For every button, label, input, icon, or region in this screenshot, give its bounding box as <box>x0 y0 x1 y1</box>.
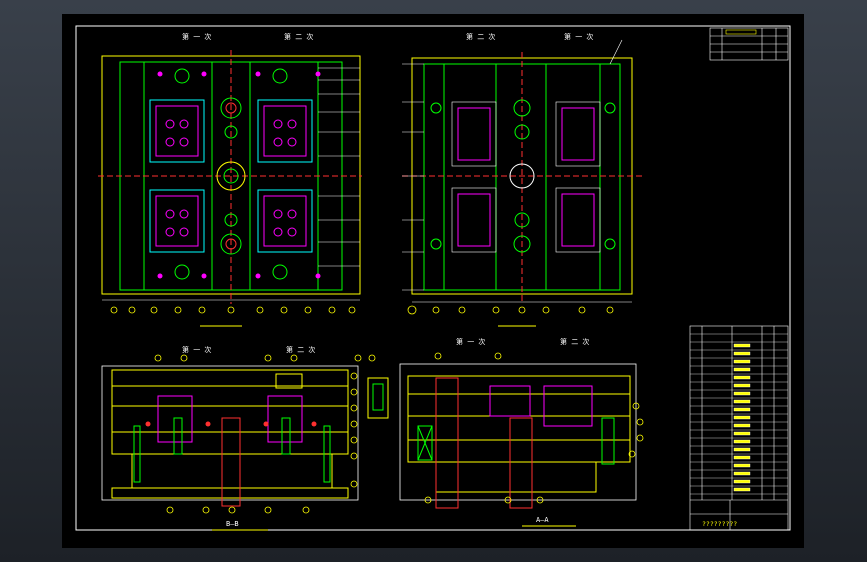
bom-cell-text-mark <box>733 471 751 476</box>
bom-cell-text-mark <box>733 375 751 380</box>
title-block-footer-text: ????????? <box>702 520 737 528</box>
section-bb-first-mold-label: 第 一 次 <box>182 345 211 354</box>
section-aa-second-mold-label: 第 二 次 <box>560 337 589 346</box>
bom-cell-text-mark <box>733 431 751 436</box>
bom-cell-text-mark <box>733 399 751 404</box>
section-view-bb: 第 一 次 第 二 次 B—B <box>101 345 389 531</box>
bom-cell-text-mark <box>733 423 751 428</box>
bom-cell-text-mark <box>733 439 751 444</box>
bom-cell-text-mark <box>733 415 751 420</box>
bom-cell-text-mark <box>733 383 751 388</box>
section-aa-label: A—A <box>536 516 549 524</box>
plan-view-right: 第 二 次 第 一 次 <box>402 32 642 327</box>
bom-cell-text-mark <box>733 407 751 412</box>
cad-viewport[interactable]: 第 一 次 第 二 次 第 二 次 第 一 次 第 一 次 第 二 次 B—B … <box>0 0 867 562</box>
title-block: ????????? <box>689 325 789 531</box>
plan-right-first-mold-label: 第 一 次 <box>564 32 593 41</box>
drawing-sheet: 第 一 次 第 二 次 第 二 次 第 一 次 第 一 次 第 二 次 B—B … <box>62 14 804 548</box>
bom-cell-text-mark <box>733 479 751 484</box>
plan-left-first-mold-label: 第 一 次 <box>182 32 211 41</box>
bom-cell-text-mark <box>733 455 751 460</box>
revision-table <box>709 27 789 61</box>
bom-cell-text-mark <box>733 391 751 396</box>
section-bb-label: B—B <box>226 520 239 528</box>
plan-right-second-mold-label: 第 二 次 <box>466 32 495 41</box>
plan-view-left: 第 一 次 第 二 次 <box>98 32 362 327</box>
section-aa-first-mold-label: 第 一 次 <box>456 337 485 346</box>
bom-cell-text-mark <box>733 351 751 356</box>
bom-cell-text-mark <box>733 367 751 372</box>
bom-cell-text-mark <box>733 343 751 348</box>
bom-cell-text-mark <box>733 359 751 364</box>
bom-cell-text-mark <box>733 487 751 492</box>
plan-left-second-mold-label: 第 二 次 <box>284 32 313 41</box>
section-bb-second-mold-label: 第 二 次 <box>286 345 315 354</box>
bom-cell-text-mark <box>733 447 751 452</box>
drawing-canvas[interactable]: 第 一 次 第 二 次 第 二 次 第 一 次 第 一 次 第 二 次 B—B … <box>62 14 804 548</box>
section-view-aa: 第 一 次 第 二 次 A—A <box>399 337 644 527</box>
bom-cell-text-mark <box>733 463 751 468</box>
